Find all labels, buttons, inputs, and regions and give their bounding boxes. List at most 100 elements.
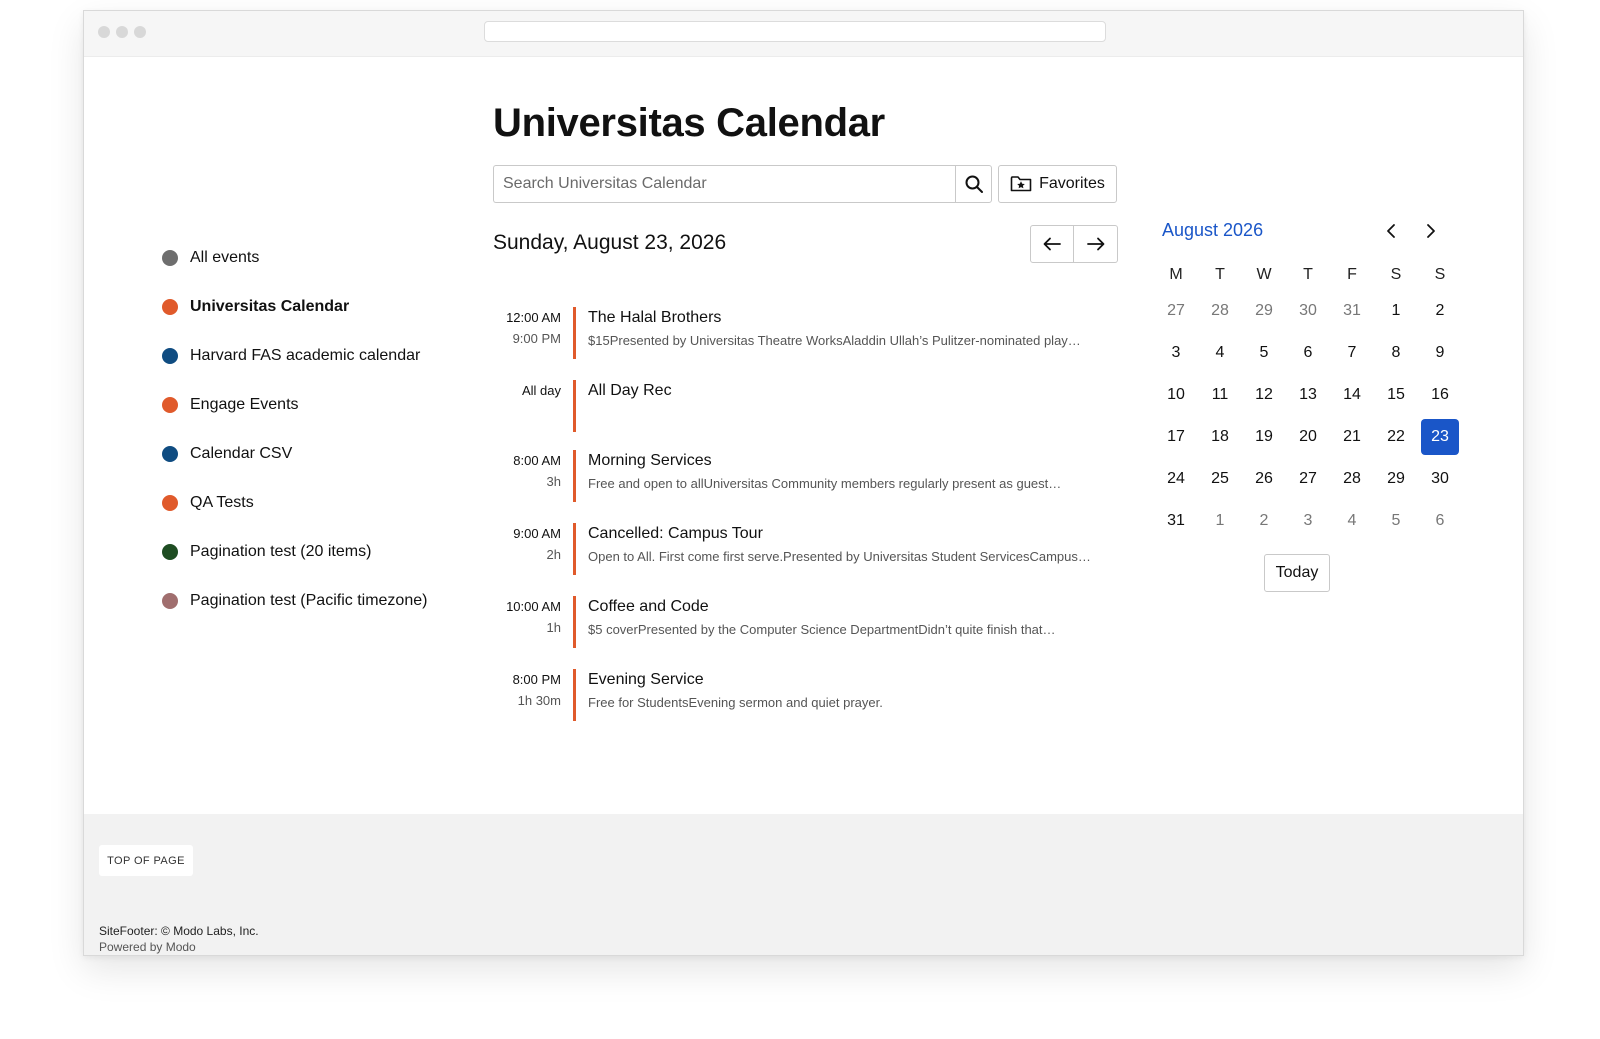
day-cell[interactable]: 18 bbox=[1198, 419, 1242, 455]
day-cell[interactable]: 5 bbox=[1242, 335, 1286, 371]
day-cell[interactable]: 7 bbox=[1330, 335, 1374, 371]
day-cell[interactable]: 9 bbox=[1418, 335, 1462, 371]
day-cell[interactable]: 2 bbox=[1242, 503, 1286, 539]
calendar-item-engage-events[interactable]: Engage Events bbox=[162, 380, 427, 429]
calendar-color-dot bbox=[162, 249, 178, 266]
event-color-bar bbox=[573, 596, 576, 648]
window-zoom-dot[interactable] bbox=[134, 26, 146, 38]
search-button[interactable] bbox=[955, 165, 992, 203]
window-minimize-dot[interactable] bbox=[116, 26, 128, 38]
day-cell[interactable]: 25 bbox=[1198, 461, 1242, 497]
chevron-left-icon bbox=[1387, 224, 1395, 238]
day-cell[interactable]: 8 bbox=[1374, 335, 1418, 371]
event-item[interactable]: 12:00 AM 9:00 PM The Halal Brothers $15P… bbox=[493, 307, 1117, 359]
weekday-label: T bbox=[1215, 266, 1225, 283]
event-title[interactable]: The Halal Brothers bbox=[588, 307, 721, 329]
selected-day-cell[interactable]: 23 bbox=[1421, 419, 1459, 455]
event-times: 9:00 AM 2h bbox=[493, 523, 561, 565]
previous-month-button[interactable] bbox=[1377, 217, 1405, 245]
day-cell[interactable]: 12 bbox=[1242, 377, 1286, 413]
event-start-time: 10:00 AM bbox=[506, 599, 561, 614]
next-day-button[interactable] bbox=[1074, 225, 1118, 263]
event-color-bar bbox=[573, 380, 576, 432]
calendar-item-pagination-20[interactable]: Pagination test (20 items) bbox=[162, 527, 427, 576]
calendar-color-dot bbox=[162, 494, 178, 511]
calendar-item-label: Calendar CSV bbox=[190, 444, 293, 462]
day-cell[interactable]: 14 bbox=[1330, 377, 1374, 413]
event-title[interactable]: Morning Services bbox=[588, 450, 712, 472]
day-cell[interactable]: 2 bbox=[1418, 293, 1462, 329]
day-cell[interactable]: 24 bbox=[1154, 461, 1198, 497]
search-input[interactable] bbox=[493, 165, 955, 203]
calendar-item-universitas-calendar[interactable]: Universitas Calendar bbox=[162, 282, 427, 331]
window-close-dot[interactable] bbox=[98, 26, 110, 38]
day-cell[interactable]: 1 bbox=[1374, 293, 1418, 329]
day-cell[interactable]: 10 bbox=[1154, 377, 1198, 413]
current-date-heading: Sunday, August 23, 2026 bbox=[493, 231, 727, 254]
event-end-time bbox=[493, 401, 561, 422]
day-cell[interactable]: 6 bbox=[1286, 335, 1330, 371]
calendar-color-dot bbox=[162, 298, 178, 315]
day-cell[interactable]: 26 bbox=[1242, 461, 1286, 497]
next-month-button[interactable] bbox=[1417, 217, 1445, 245]
day-cell[interactable]: 19 bbox=[1242, 419, 1286, 455]
calendar-item-label: Harvard FAS academic calendar bbox=[190, 346, 421, 364]
event-item[interactable]: 10:00 AM 1h Coffee and Code $5 coverPres… bbox=[493, 596, 1117, 648]
star-folder-icon bbox=[1010, 176, 1032, 192]
mini-calendar-header: August 2026 bbox=[1162, 217, 1462, 247]
day-cell[interactable]: 3 bbox=[1286, 503, 1330, 539]
day-cell[interactable]: 13 bbox=[1286, 377, 1330, 413]
browser-titlebar bbox=[84, 11, 1523, 57]
event-title[interactable]: Evening Service bbox=[588, 669, 704, 691]
day-cell[interactable]: 30 bbox=[1286, 293, 1330, 329]
day-cell[interactable]: 27 bbox=[1154, 293, 1198, 329]
previous-day-button[interactable] bbox=[1030, 225, 1074, 263]
event-start-time: All day bbox=[521, 383, 561, 398]
event-color-bar bbox=[573, 669, 576, 721]
event-title[interactable]: Cancelled: Campus Tour bbox=[588, 523, 763, 545]
event-item[interactable]: 9:00 AM 2h Cancelled: Campus Tour Open t… bbox=[493, 523, 1117, 575]
event-color-bar bbox=[573, 307, 576, 359]
calendar-item-calendar-csv[interactable]: Calendar CSV bbox=[162, 429, 427, 478]
calendar-item-label: QA Tests bbox=[190, 493, 254, 511]
day-cell[interactable]: 27 bbox=[1286, 461, 1330, 497]
calendar-item-all-events[interactable]: All events bbox=[162, 233, 427, 282]
day-cell[interactable]: 11 bbox=[1198, 377, 1242, 413]
day-cell[interactable]: 29 bbox=[1242, 293, 1286, 329]
event-item[interactable]: All day All Day Rec bbox=[493, 380, 1117, 432]
day-cell[interactable]: 28 bbox=[1330, 461, 1374, 497]
day-cell[interactable]: 1 bbox=[1198, 503, 1242, 539]
favorites-button[interactable]: Favorites bbox=[998, 165, 1117, 203]
event-title[interactable]: All Day Rec bbox=[588, 380, 672, 402]
day-cell[interactable]: 15 bbox=[1374, 377, 1418, 413]
day-cell[interactable]: 22 bbox=[1374, 419, 1418, 455]
calendar-item-label: Engage Events bbox=[190, 395, 299, 413]
event-times: 12:00 AM 9:00 PM bbox=[493, 307, 561, 349]
day-cell[interactable]: 17 bbox=[1154, 419, 1198, 455]
event-item[interactable]: 8:00 AM 3h Morning Services Free and ope… bbox=[493, 450, 1117, 502]
calendar-item-pagination-pacific[interactable]: Pagination test (Pacific timezone) bbox=[162, 576, 427, 625]
day-cell[interactable]: 30 bbox=[1418, 461, 1462, 497]
calendar-item-qa-tests[interactable]: QA Tests bbox=[162, 478, 427, 527]
day-cell[interactable]: 31 bbox=[1154, 503, 1198, 539]
day-cell[interactable]: 21 bbox=[1330, 419, 1374, 455]
day-cell[interactable]: 3 bbox=[1154, 335, 1198, 371]
weekday-label: F bbox=[1347, 266, 1357, 283]
address-bar[interactable] bbox=[484, 21, 1106, 42]
event-item[interactable]: 8:00 PM 1h 30m Evening Service Free for … bbox=[493, 669, 1117, 721]
calendar-item-harvard-fas[interactable]: Harvard FAS academic calendar bbox=[162, 331, 427, 380]
event-times: 10:00 AM 1h bbox=[493, 596, 561, 638]
day-cell[interactable]: 4 bbox=[1330, 503, 1374, 539]
day-cell[interactable]: 31 bbox=[1330, 293, 1374, 329]
day-cell[interactable]: 29 bbox=[1374, 461, 1418, 497]
top-of-page-button[interactable]: TOP OF PAGE bbox=[99, 845, 193, 876]
day-cell[interactable]: 20 bbox=[1286, 419, 1330, 455]
day-cell[interactable]: 5 bbox=[1374, 503, 1418, 539]
day-cell[interactable]: 4 bbox=[1198, 335, 1242, 371]
event-title[interactable]: Coffee and Code bbox=[588, 596, 709, 618]
week-row: 17 18 19 20 21 22 23 bbox=[1154, 416, 1462, 458]
today-button[interactable]: Today bbox=[1264, 554, 1330, 592]
day-cell[interactable]: 28 bbox=[1198, 293, 1242, 329]
day-cell[interactable]: 16 bbox=[1418, 377, 1462, 413]
day-cell[interactable]: 6 bbox=[1418, 503, 1462, 539]
